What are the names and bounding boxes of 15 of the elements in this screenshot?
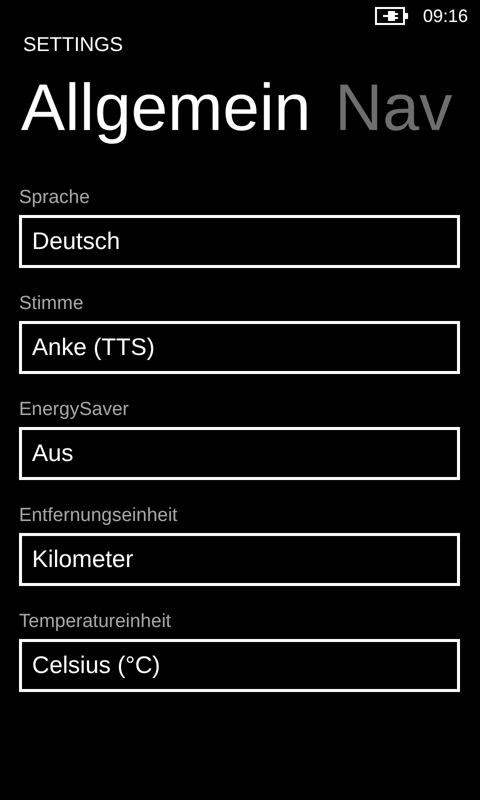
pivot-tab[interactable]: Allgemein bbox=[21, 65, 311, 149]
setting-picker[interactable]: Deutsch bbox=[19, 215, 460, 268]
battery-charging-icon bbox=[374, 7, 409, 25]
app-title: SETTINGS bbox=[23, 34, 124, 57]
clock-time: 09:16 bbox=[422, 6, 468, 26]
pivot-tab[interactable]: Nav bbox=[334, 65, 452, 149]
setting-label: Entfernungseinheit bbox=[19, 505, 178, 527]
setting-label: Temperatureinheit bbox=[19, 611, 172, 633]
setting-picker[interactable]: Celsius (°C) bbox=[19, 639, 460, 692]
setting-picker[interactable]: Kilometer bbox=[19, 533, 460, 586]
setting-picker[interactable]: Aus bbox=[19, 427, 460, 480]
setting-label: Stimme bbox=[19, 293, 84, 315]
setting-label: EnergySaver bbox=[19, 399, 129, 421]
setting-label: Sprache bbox=[19, 187, 90, 209]
setting-picker[interactable]: Anke (TTS) bbox=[19, 321, 460, 374]
